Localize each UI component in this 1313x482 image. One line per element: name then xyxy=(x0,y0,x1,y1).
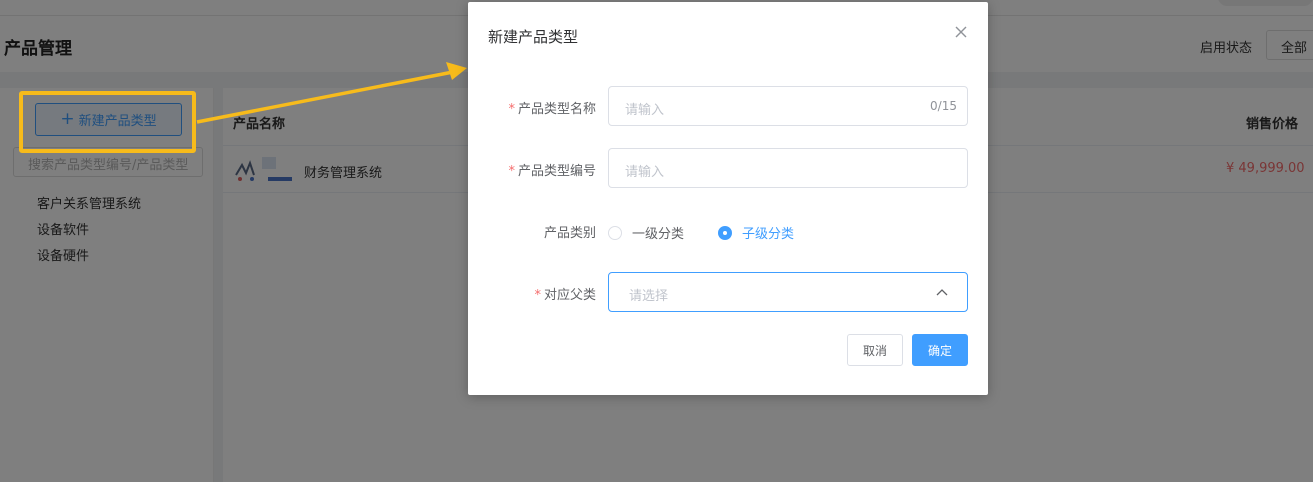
type-code-placeholder: 请输入 xyxy=(625,165,665,180)
type-code-input[interactable]: 请输入 xyxy=(608,148,968,188)
parent-label: * 对应父类 xyxy=(534,288,596,303)
type-name-input[interactable]: 请输入 0/15 xyxy=(608,86,968,126)
required-mark: * xyxy=(534,288,541,303)
required-mark: * xyxy=(508,102,515,117)
radio-label: 子级分类 xyxy=(742,227,795,242)
required-mark: * xyxy=(508,164,515,179)
cancel-button[interactable]: 取消 xyxy=(847,334,903,366)
parent-placeholder: 请选择 xyxy=(629,289,669,304)
type-name-placeholder: 请输入 xyxy=(625,103,665,118)
radio-sub-level[interactable]: 子级分类 xyxy=(718,223,794,242)
type-code-label: * 产品类型编号 xyxy=(508,164,596,179)
annotation-highlight xyxy=(19,91,196,153)
radio-label: 一级分类 xyxy=(632,227,685,242)
confirm-button[interactable]: 确定 xyxy=(912,334,968,366)
parent-select[interactable]: 请选择 xyxy=(608,272,968,312)
dialog-title: 新建产品类型 xyxy=(488,28,579,46)
category-label: 产品类别 xyxy=(543,226,596,241)
radio-checked-icon xyxy=(718,225,732,240)
chevron-up-icon xyxy=(936,289,948,296)
annotation-arrow xyxy=(196,62,467,124)
radio-level-one[interactable]: 一级分类 xyxy=(608,223,684,242)
type-name-label: * 产品类型名称 xyxy=(508,102,596,117)
close-icon[interactable] xyxy=(951,22,971,42)
char-counter: 0/15 xyxy=(930,99,957,113)
radio-circle-icon xyxy=(608,225,622,240)
new-product-type-dialog: 新建产品类型 * 产品类型名称 请输入 0/15 * 产品类型编号 请输入 产品类别… xyxy=(468,2,988,395)
